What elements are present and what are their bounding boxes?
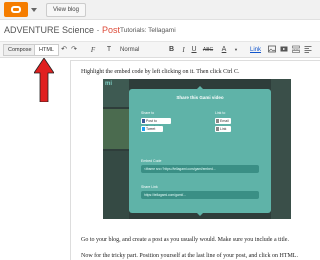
image-icon[interactable]	[268, 45, 276, 55]
post-title-bar: ADVENTURE Science · Post Tutorials: Tell…	[0, 20, 320, 42]
share-twitter-label: Tweet	[146, 127, 156, 131]
title-separator: ·	[94, 25, 103, 35]
facebook-icon	[142, 119, 145, 123]
italic-button[interactable]: I	[180, 45, 187, 55]
bold-button[interactable]: B	[168, 45, 175, 55]
top-bar: View blog	[0, 0, 320, 20]
link-to-label: Link to	[215, 111, 226, 115]
copy-link-button[interactable]: Link	[215, 126, 231, 132]
underline-button[interactable]: U	[190, 45, 198, 55]
compose-mode-button[interactable]: Compose	[3, 44, 37, 56]
align-icon[interactable]	[304, 45, 312, 55]
copy-link-label: Link	[220, 127, 227, 131]
share-modal: Share this Gami video Share to Post to F…	[129, 89, 271, 213]
post-body-editor[interactable]: Highlight the embed code by left clickin…	[70, 60, 320, 260]
blogger-logo-icon[interactable]	[4, 2, 28, 17]
background-tile	[271, 79, 291, 219]
link-button[interactable]: Link	[250, 45, 264, 55]
email-link-button[interactable]: Email	[215, 118, 231, 124]
embed-code-field[interactable]: <iframe src="https://tellagami.com/gami/…	[141, 165, 259, 173]
page-title: ADVENTURE Science · Post	[4, 25, 120, 35]
strikethrough-button[interactable]: ABC	[201, 45, 215, 55]
format-select[interactable]: Normal	[120, 45, 160, 55]
embedded-screenshot: mi Share this Gami video Share to Post t…	[103, 79, 291, 219]
post-label: Post	[102, 25, 121, 35]
email-icon	[216, 119, 219, 123]
redo-icon[interactable]: ↷	[70, 45, 78, 55]
video-icon[interactable]	[280, 45, 288, 55]
font-size-button[interactable]: T	[104, 45, 114, 55]
text-color-button[interactable]: A	[220, 45, 228, 55]
share-to-label: Share to	[141, 111, 155, 115]
paragraph-position-cursor: Now for the tricky part. Position yourse…	[81, 253, 298, 259]
email-link-label: Email	[220, 119, 229, 123]
font-family-button[interactable]: F	[88, 45, 98, 55]
share-link-field[interactable]: https://tellagami.com/gami/...	[141, 191, 259, 199]
red-arrow-icon	[34, 58, 54, 102]
share-twitter-button[interactable]: Tweet	[141, 126, 163, 132]
background-tile	[103, 109, 129, 149]
share-facebook-button[interactable]: Post to Facebook	[141, 118, 171, 129]
twitter-icon	[142, 127, 145, 131]
paragraph-create-post: Go to your blog, and create a post as yo…	[81, 237, 289, 243]
embed-code-label: Embed Code	[141, 159, 162, 163]
paragraph-highlight-instruction: Highlight the embed code by left clickin…	[81, 69, 240, 75]
html-mode-button[interactable]: HTML	[34, 44, 59, 56]
chevron-down-icon[interactable]	[31, 8, 37, 12]
background-tile	[103, 151, 129, 219]
blog-name: ADVENTURE Science	[4, 25, 95, 35]
post-title-input[interactable]: Tutorials: Tellagami	[120, 27, 176, 34]
view-blog-button[interactable]: View blog	[46, 3, 86, 17]
undo-icon[interactable]: ↶	[60, 45, 68, 55]
corner-text: mi	[105, 81, 113, 87]
share-link-label: Share Link	[141, 185, 158, 189]
highlight-color-button[interactable]: ▼	[232, 45, 240, 55]
modal-caret-down-icon	[197, 213, 203, 216]
modal-caret-up-icon	[197, 86, 203, 89]
modal-title: Share this Gami video	[176, 95, 224, 100]
jump-break-icon[interactable]	[292, 45, 300, 55]
editor-toolbar: Compose HTML ↶ ↷ F T Normal B I U ABC A …	[0, 42, 320, 58]
link-icon	[216, 127, 219, 131]
